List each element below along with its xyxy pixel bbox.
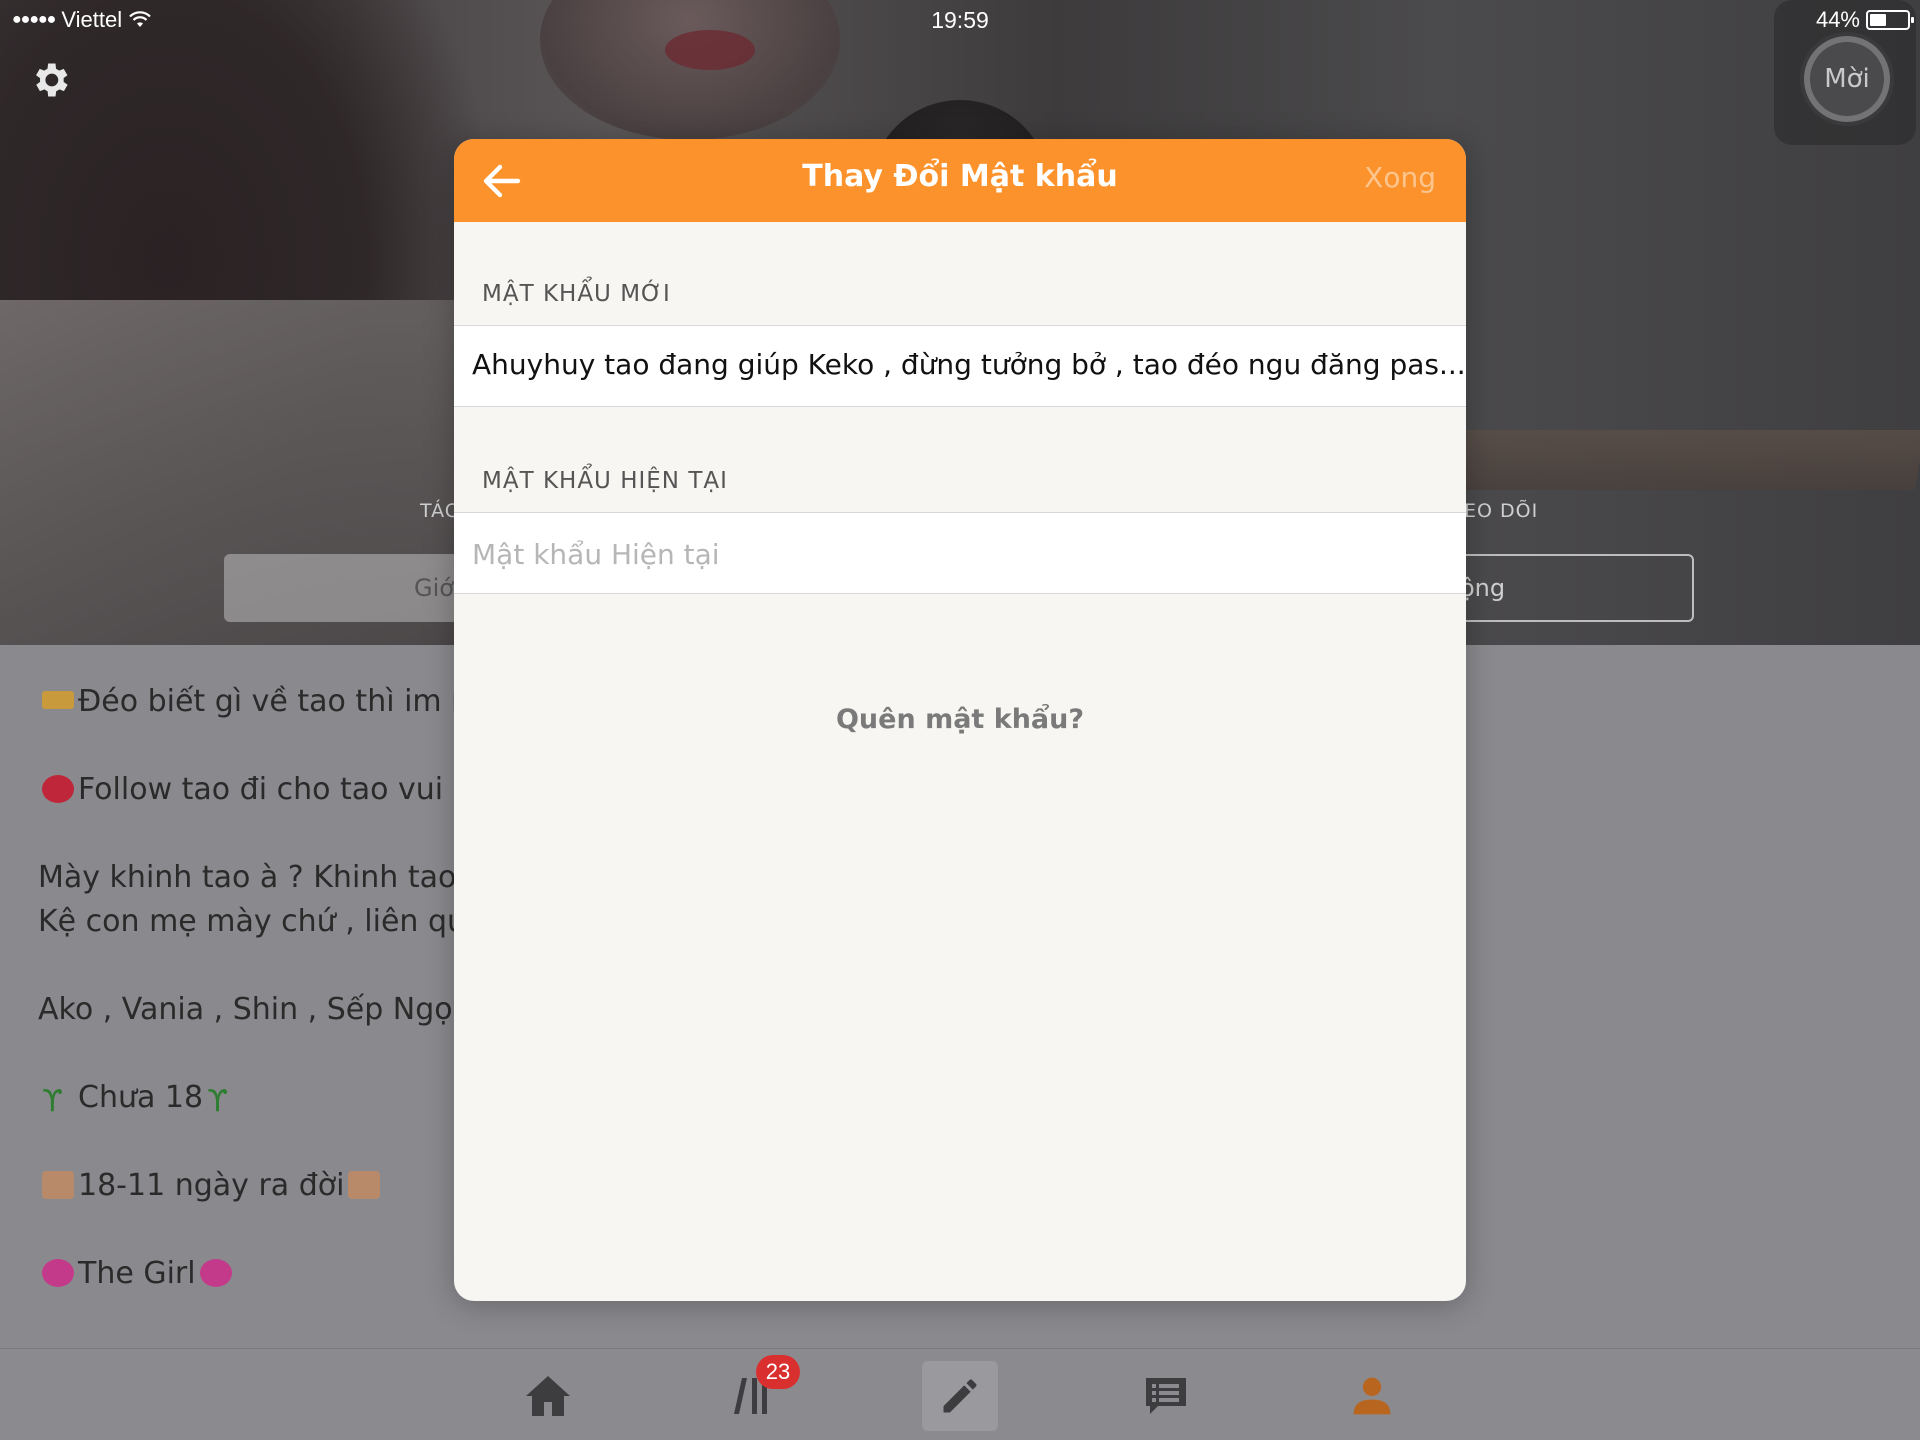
status-time: 19:59 xyxy=(931,7,989,33)
status-bar: ●●●●● Viettel 19:59 44% xyxy=(0,0,1920,40)
profile-info-button-label: Giớ xyxy=(414,574,454,602)
bio-line: Ako , Vania , Shin , Sếp Ngọc là xyxy=(38,992,458,1027)
two-hearts-icon xyxy=(199,1259,232,1287)
bio-line: 18-11 ngày ra đời xyxy=(38,1164,458,1208)
tab-write[interactable] xyxy=(922,1361,998,1431)
seedling-icon: ϒ xyxy=(42,1084,63,1119)
kiss-mark-icon xyxy=(42,775,74,803)
profile-icon xyxy=(1353,1377,1391,1415)
gear-icon[interactable] xyxy=(28,58,72,102)
invite-button-label: Mời xyxy=(1824,64,1870,94)
bio-line: ϒ Chưa 18 ϒ xyxy=(38,1076,458,1120)
bio-line: Mày khinh tao à ? Khinh tao à Kệ con mẹ … xyxy=(38,860,458,939)
tab-bar: 23 xyxy=(0,1348,1920,1440)
profile-info-button[interactable]: Giớ xyxy=(224,554,484,622)
cover-photo-table xyxy=(1434,430,1920,490)
battery-icon xyxy=(1866,10,1914,30)
cake-icon xyxy=(348,1171,381,1199)
new-password-label: MẬT KHẨU MỚI xyxy=(482,281,671,307)
two-hearts-icon xyxy=(42,1259,74,1287)
new-password-field[interactable]: Ahuyhuy tao đang giúp Keko , đừng tưởng … xyxy=(454,325,1466,407)
profile-bio: Đéo biết gì về tao thì im m Follow tao đ… xyxy=(38,680,458,1340)
bio-line: Đéo biết gì về tao thì im m xyxy=(38,680,458,724)
invite-button[interactable]: Mời xyxy=(1804,36,1890,122)
done-button[interactable]: Xong xyxy=(1364,161,1436,194)
tab-library[interactable]: 23 xyxy=(716,1355,800,1431)
new-password-value: Ahuyhuy tao đang giúp Keko , đừng tưởng … xyxy=(472,348,1466,381)
current-password-input[interactable] xyxy=(472,527,1442,581)
pointing-hand-icon xyxy=(42,691,74,709)
current-password-label: MẬT KHẨU HIỆN TẠI xyxy=(482,468,728,494)
stat-label-followers: EO DÕI xyxy=(1464,500,1539,522)
home-icon xyxy=(526,1376,570,1416)
profile-activity-button-label: ộng xyxy=(1460,574,1506,602)
bio-line: Follow tao đi cho tao vui xyxy=(38,768,458,812)
modal-header: Thay Đổi Mật khẩu Xong xyxy=(454,139,1466,222)
profile-activity-button[interactable]: ộng xyxy=(1430,554,1694,622)
pencil-icon xyxy=(943,1379,977,1413)
seedling-icon: ϒ xyxy=(207,1084,229,1119)
cake-icon xyxy=(42,1171,74,1199)
bio-line: The Girl xyxy=(38,1252,458,1296)
messages-icon xyxy=(1146,1378,1186,1414)
current-password-field[interactable] xyxy=(454,512,1466,594)
tab-messages[interactable] xyxy=(1128,1361,1204,1431)
battery-percent: 44% xyxy=(1815,7,1860,32)
library-badge: 23 xyxy=(756,1355,800,1389)
change-password-modal: Thay Đổi Mật khẩu Xong MẬT KHẨU MỚI Ahuy… xyxy=(454,139,1466,1301)
tab-home[interactable] xyxy=(510,1361,586,1431)
modal-title: Thay Đổi Mật khẩu xyxy=(802,159,1118,194)
forgot-password-link[interactable]: Quên mật khẩu? xyxy=(454,704,1466,735)
tab-profile[interactable] xyxy=(1334,1361,1410,1431)
